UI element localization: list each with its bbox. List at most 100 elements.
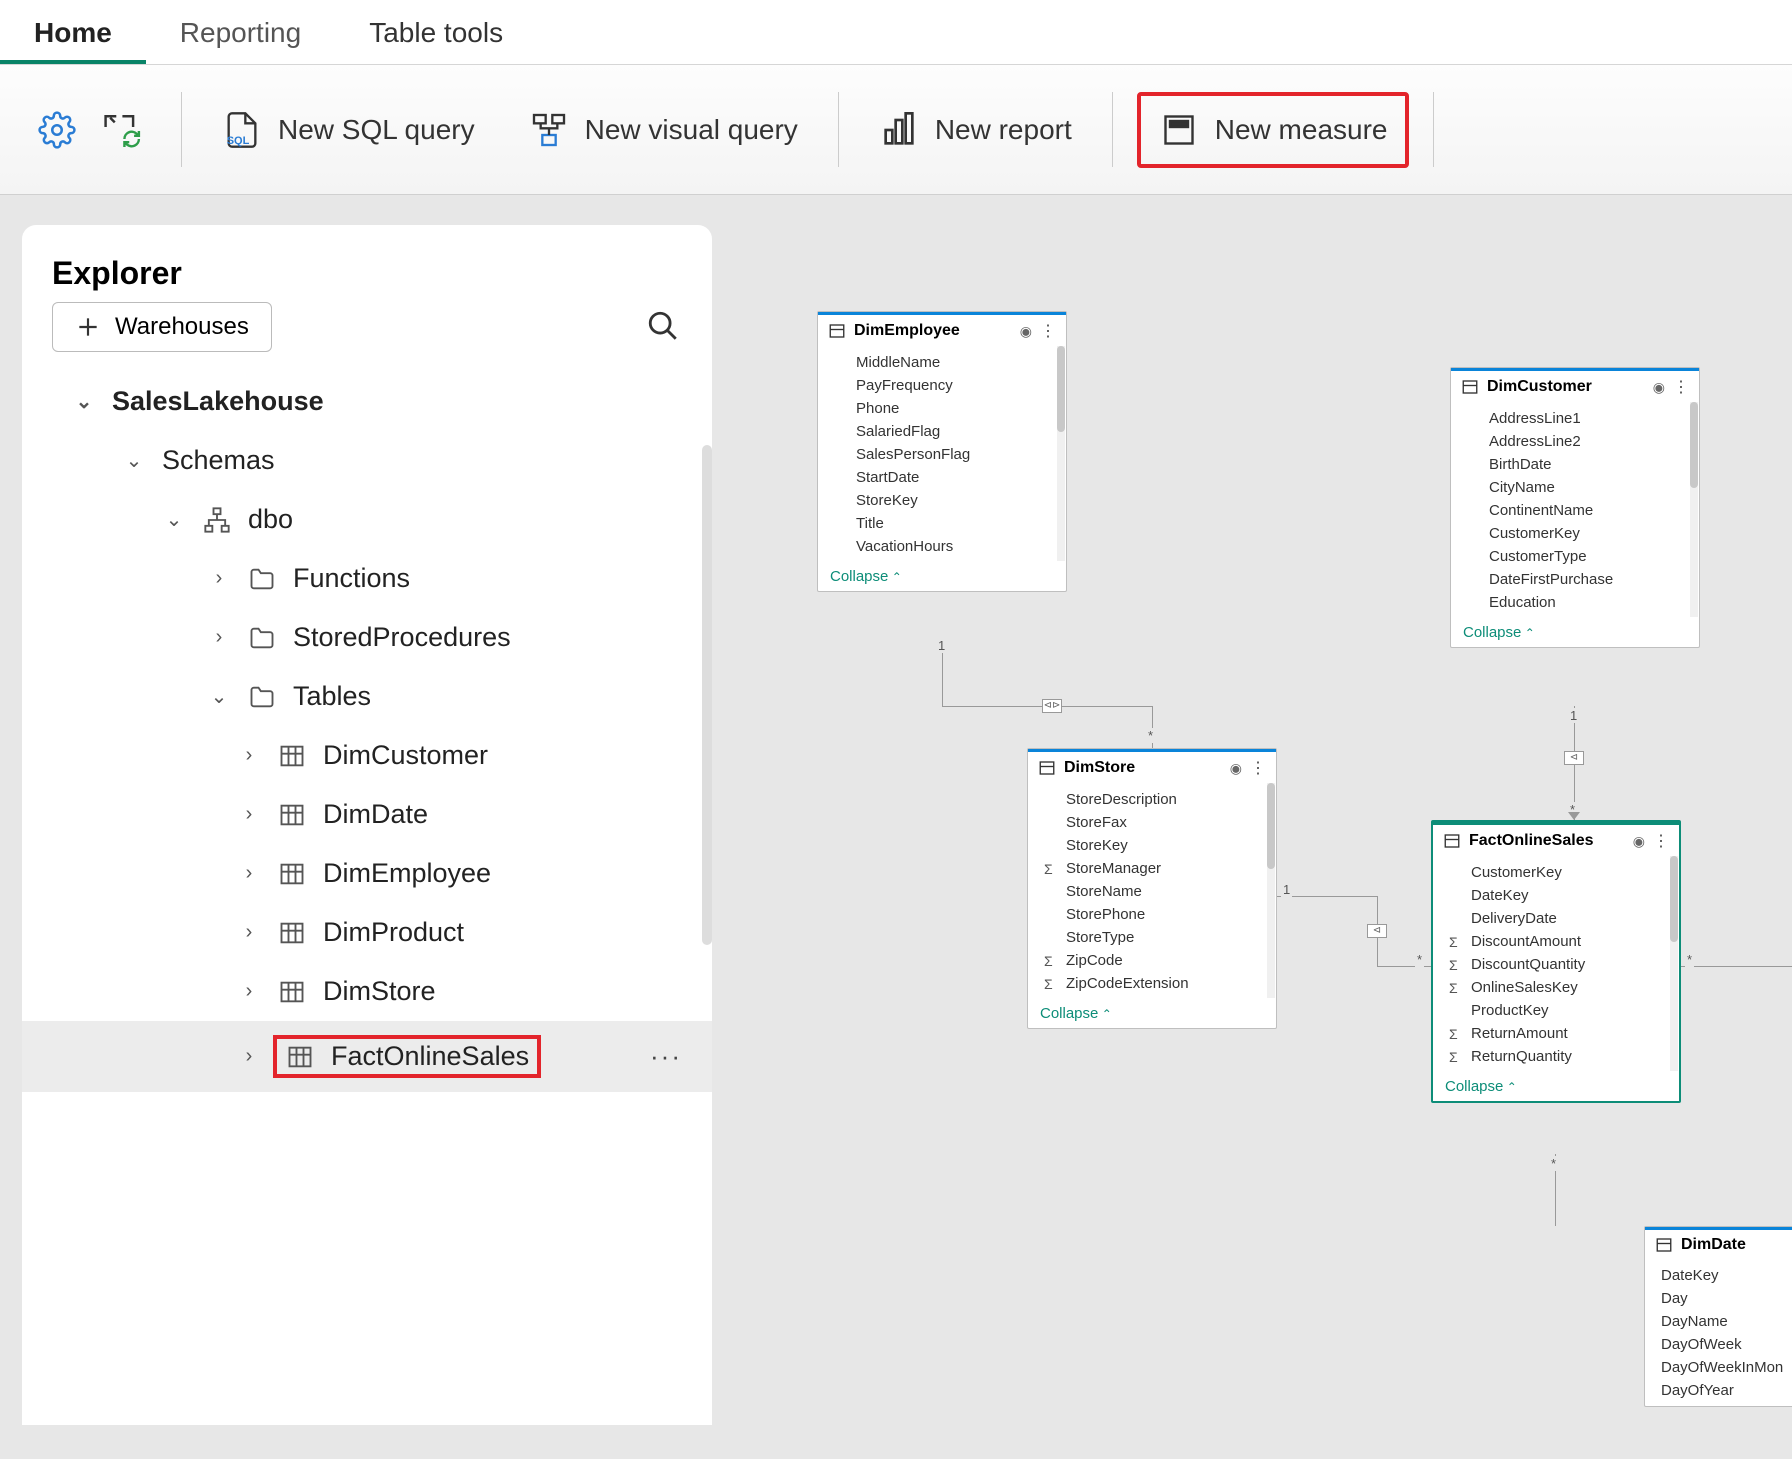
collapse-button[interactable]: Collapse: [1433, 1072, 1679, 1101]
entity-dimdate[interactable]: DimDate DateKey Day DayName DayOfWeek Da…: [1644, 1226, 1792, 1407]
column: DateKey: [1433, 884, 1679, 907]
settings-button[interactable]: [25, 102, 89, 158]
tree-node-dbo[interactable]: ⌄ dbo: [22, 490, 712, 549]
column: SalariedFlag: [818, 420, 1066, 443]
table-icon: [1461, 378, 1479, 396]
chart-icon: [879, 110, 919, 150]
column: DeliveryDate: [1433, 907, 1679, 930]
entity-title: DimStore: [1064, 759, 1222, 777]
table-icon: [277, 859, 307, 889]
tree-node-factonlinesales[interactable]: › FactOnlineSales ···: [22, 1021, 712, 1092]
scrollbar[interactable]: [1670, 856, 1678, 1071]
explorer-tree: ⌄ SalesLakehouse ⌄ Schemas ⌄ dbo › Funct…: [22, 362, 712, 1102]
connector: [942, 646, 943, 706]
tree-label: DimEmployee: [323, 858, 491, 889]
chevron-right-icon: ›: [207, 567, 231, 590]
visibility-icon[interactable]: ◉: [1653, 379, 1665, 396]
entity-columns: AddressLine1 AddressLine2 BirthDate City…: [1451, 403, 1699, 618]
scrollbar[interactable]: [1267, 783, 1275, 998]
column: CustomerKey: [1451, 522, 1699, 545]
chevron-right-icon: ›: [237, 1045, 261, 1068]
column: SalesPersonFlag: [818, 443, 1066, 466]
column: DayOfWeekInMon: [1645, 1356, 1792, 1379]
collapse-button[interactable]: Collapse: [818, 562, 1066, 591]
cardinality-many: *: [1685, 952, 1694, 967]
warehouses-button[interactable]: Warehouses: [52, 302, 272, 352]
entity-dimstore[interactable]: DimStore ◉ ⋮ StoreDescription StoreFax S…: [1027, 748, 1277, 1029]
visual-query-icon: [529, 110, 569, 150]
entity-factonlinesales[interactable]: FactOnlineSales ◉ ⋮ CustomerKey DateKey …: [1431, 820, 1681, 1103]
tree-node-schemas[interactable]: ⌄ Schemas: [22, 431, 712, 490]
new-sql-query-button[interactable]: SQL New SQL query: [210, 102, 487, 158]
tree-node-dimproduct[interactable]: › DimProduct: [22, 903, 712, 962]
scrollbar[interactable]: [1690, 402, 1698, 617]
column: AddressLine2: [1451, 430, 1699, 453]
relationship-icon[interactable]: ⊲⊳: [1042, 699, 1062, 713]
tree-node-dimemployee[interactable]: › DimEmployee: [22, 844, 712, 903]
refresh-button[interactable]: [89, 102, 153, 158]
search-button[interactable]: [646, 309, 682, 345]
entity-menu-button[interactable]: ⋮: [1653, 831, 1669, 851]
entity-menu-button[interactable]: ⋮: [1250, 758, 1266, 778]
chevron-right-icon: ›: [237, 803, 261, 826]
tree-node-saleslakehouse[interactable]: ⌄ SalesLakehouse: [22, 372, 712, 431]
new-measure-label: New measure: [1215, 114, 1388, 146]
folder-icon: [247, 682, 277, 712]
tree-label: DimProduct: [323, 917, 464, 948]
column: ΣDiscountAmount: [1433, 930, 1679, 953]
column: ΣStoreManager: [1028, 857, 1276, 880]
entity-title: DimEmployee: [854, 322, 1012, 340]
column: DayOfWeek: [1645, 1333, 1792, 1356]
tree-label: DimCustomer: [323, 740, 488, 771]
entity-columns: MiddleName PayFrequency Phone SalariedFl…: [818, 347, 1066, 562]
visibility-icon[interactable]: ◉: [1230, 760, 1242, 777]
more-options-button[interactable]: ···: [650, 1041, 682, 1072]
tree-node-dimcustomer[interactable]: › DimCustomer: [22, 726, 712, 785]
relationship-icon[interactable]: ⊲: [1564, 751, 1584, 765]
scrollbar[interactable]: [702, 445, 712, 945]
visibility-icon[interactable]: ◉: [1633, 833, 1645, 850]
tab-table-tools[interactable]: Table tools: [335, 0, 537, 64]
tab-home[interactable]: Home: [0, 0, 146, 64]
collapse-button[interactable]: Collapse: [1451, 618, 1699, 647]
tree-label: DimStore: [323, 976, 436, 1007]
separator: [1112, 92, 1113, 167]
sql-file-icon: SQL: [222, 110, 262, 150]
entity-dimcustomer[interactable]: DimCustomer ◉ ⋮ AddressLine1 AddressLine…: [1450, 367, 1700, 648]
tree-node-dimdate[interactable]: › DimDate: [22, 785, 712, 844]
new-visual-query-button[interactable]: New visual query: [517, 102, 810, 158]
new-measure-button[interactable]: New measure: [1137, 92, 1410, 168]
tree-node-dimstore[interactable]: › DimStore: [22, 962, 712, 1021]
tab-reporting[interactable]: Reporting: [146, 0, 335, 64]
new-report-button[interactable]: New report: [867, 102, 1084, 158]
scrollbar[interactable]: [1057, 346, 1065, 561]
visibility-icon[interactable]: ◉: [1020, 323, 1032, 340]
new-report-label: New report: [935, 114, 1072, 146]
tree-node-functions[interactable]: › Functions: [22, 549, 712, 608]
collapse-button[interactable]: Collapse: [1028, 999, 1276, 1028]
gear-icon: [37, 110, 77, 150]
model-canvas[interactable]: DimEmployee ◉ ⋮ MiddleName PayFrequency …: [712, 196, 1792, 1459]
entity-menu-button[interactable]: ⋮: [1673, 377, 1689, 397]
table-icon: [277, 918, 307, 948]
separator: [181, 92, 182, 167]
cardinality-one: 1: [1568, 708, 1579, 723]
entity-columns: StoreDescription StoreFax StoreKey ΣStor…: [1028, 784, 1276, 999]
tree-node-tables[interactable]: ⌄ Tables: [22, 667, 712, 726]
column: ΣDiscountQuantity: [1433, 953, 1679, 976]
column: PayFrequency: [818, 374, 1066, 397]
tree-node-storedprocedures[interactable]: › StoredProcedures: [22, 608, 712, 667]
entity-dimemployee[interactable]: DimEmployee ◉ ⋮ MiddleName PayFrequency …: [817, 311, 1067, 592]
separator: [1433, 92, 1434, 167]
column: StoreType: [1028, 926, 1276, 949]
column: CustomerType: [1451, 545, 1699, 568]
warehouses-label: Warehouses: [115, 313, 249, 341]
connector: [1681, 966, 1792, 967]
explorer-panel: Explorer Warehouses ⌄ SalesLakehouse ⌄ S…: [22, 225, 712, 1425]
column: ΣZipCodeExtension: [1028, 972, 1276, 995]
relationship-icon[interactable]: ⊲: [1367, 924, 1387, 938]
entity-menu-button[interactable]: ⋮: [1040, 321, 1056, 341]
cardinality-many: *: [1146, 728, 1155, 743]
column: StoreName: [1028, 880, 1276, 903]
tree-label: Schemas: [162, 445, 275, 476]
